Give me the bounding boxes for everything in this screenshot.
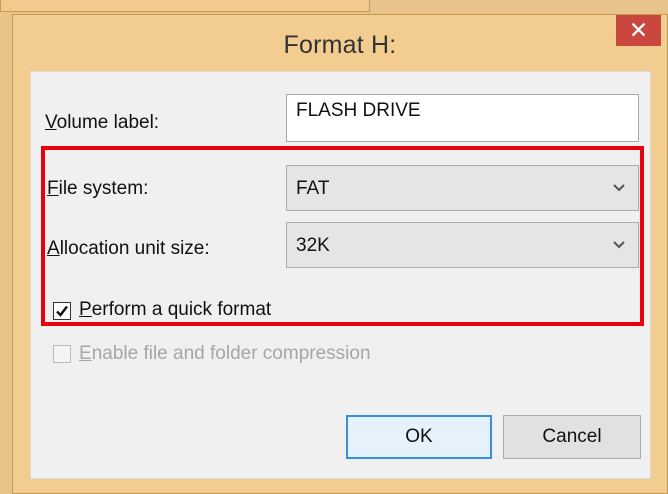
title-bar[interactable]: Format H: ✕ [13,15,667,71]
volume-label-accelerator: V [45,112,57,133]
quick-format-accelerator: P [79,299,92,320]
close-button[interactable]: ✕ [616,15,661,46]
quick-format-label[interactable]: Perform a quick format [79,299,271,321]
allocation-label-text: llocation unit size: [59,238,210,259]
volume-label-label-text: olume label: [56,112,160,133]
allocation-unit-size-value: 32K [296,235,330,256]
window-title: Format H: [283,31,397,59]
close-icon: ✕ [628,17,649,43]
compression-label: Enable file and folder compression [79,343,371,365]
quick-format-checkbox[interactable] [53,302,71,320]
volume-label-input[interactable]: FLASH DRIVE [286,94,639,142]
chevron-down-icon [613,184,625,192]
file-system-label-text: ile system: [58,178,149,199]
allocation-unit-size-dropdown[interactable]: 32K [286,222,639,268]
chevron-down-icon [613,241,625,249]
file-system-accelerator: F [47,178,59,199]
dialog-client-area: Volume label: FLASH DRIVE File system: F… [30,71,651,479]
allocation-accelerator: A [47,238,60,259]
format-dialog: Format H: ✕ Volume label: FLASH DRIVE Fi… [12,14,668,494]
file-system-label: File system: [47,178,148,200]
allocation-unit-size-label: Allocation unit size: [47,238,210,260]
quick-format-label-text: erform a quick format [91,299,272,320]
compression-label-text: nable file and folder compression [91,343,371,364]
compression-checkbox[interactable] [53,345,71,363]
volume-label-label: Volume label: [45,112,159,134]
ok-button[interactable]: OK [346,415,492,459]
file-system-value: FAT [296,178,330,199]
checkmark-icon [56,305,68,317]
background-window-edge [0,0,370,12]
file-system-dropdown[interactable]: FAT [286,165,639,211]
cancel-button[interactable]: Cancel [503,415,641,459]
compression-accelerator: E [79,343,92,364]
